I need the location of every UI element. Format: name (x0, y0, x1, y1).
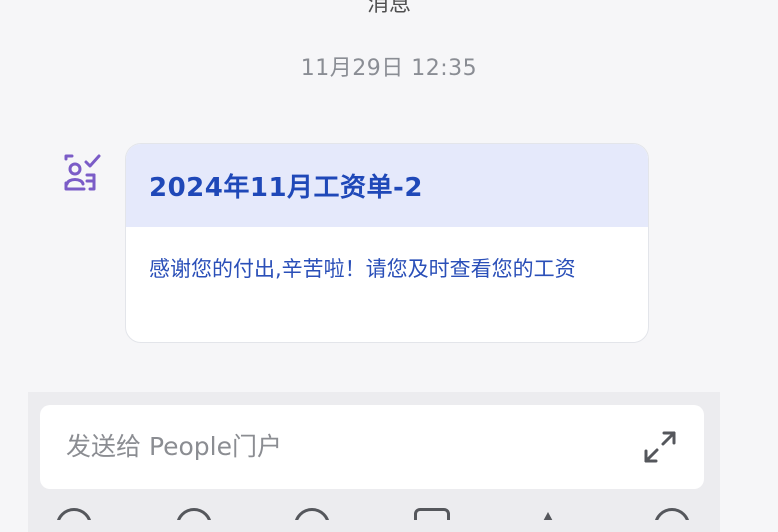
add-icon[interactable] (654, 508, 690, 520)
card-body-text: 感谢您的付出,辛苦啦！请您及时查看您的工资 (149, 257, 576, 281)
person-checklist-icon (62, 153, 106, 193)
font-icon[interactable] (534, 512, 562, 520)
location-icon[interactable] (294, 508, 330, 520)
message-timestamp: 11月29日 12:35 (300, 56, 478, 81)
input-placeholder: 发送给 People门户 (66, 432, 283, 461)
card-header: 2024年11月工资单-2 (126, 144, 648, 227)
composer-toolbar (28, 500, 720, 520)
card-title: 2024年11月工资单-2 (149, 173, 423, 203)
payslip-message-card[interactable]: 2024年11月工资单-2 感谢您的付出,辛苦啦！请您及时查看您的工资 (125, 143, 649, 343)
message-input[interactable]: 发送给 People门户 (40, 405, 704, 489)
voice-icon[interactable] (56, 508, 92, 520)
emoji-icon[interactable] (176, 508, 212, 520)
expand-arrows-icon[interactable] (642, 429, 678, 465)
image-icon[interactable] (414, 508, 450, 520)
page-title: 消息 (366, 0, 411, 17)
